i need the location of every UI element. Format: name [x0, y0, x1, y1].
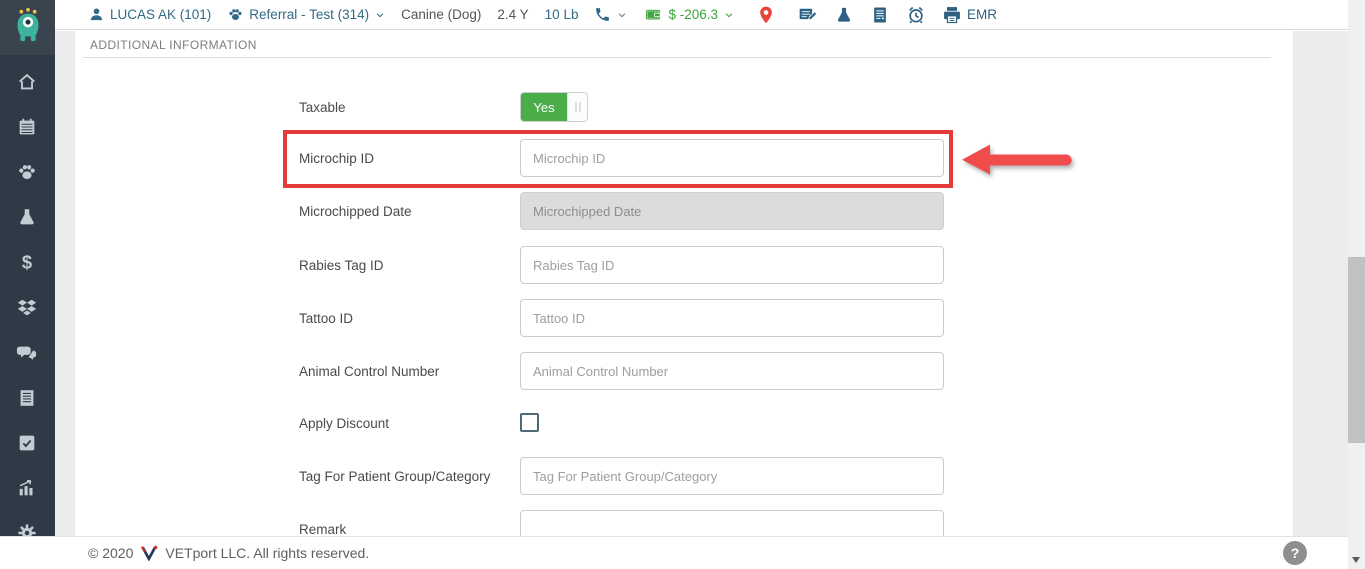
animal-control-label: Animal Control Number: [299, 363, 440, 379]
animal-control-input[interactable]: [520, 352, 944, 390]
page-background: ADDITIONAL INFORMATION Taxable Yes Micro…: [55, 31, 1348, 536]
taxable-label: Taxable: [299, 99, 346, 115]
flask-icon[interactable]: [16, 206, 38, 228]
report-icon[interactable]: [16, 387, 38, 409]
chevron-down-icon: [375, 10, 385, 20]
monster-mascot-icon: [9, 6, 47, 49]
apply-discount-label: Apply Discount: [299, 415, 390, 431]
sidebar-nav: $: [0, 0, 55, 536]
patient-tag-input[interactable]: [520, 457, 944, 495]
copyright-label: © 2020: [88, 545, 134, 561]
home-icon[interactable]: [16, 71, 38, 93]
microchipped-date-input: [520, 192, 944, 230]
dollar-icon[interactable]: $: [16, 251, 38, 273]
planboard-pencil-icon[interactable]: [798, 5, 818, 25]
microchip-id-label: Microchip ID: [299, 150, 375, 166]
emr-label: EMR: [967, 7, 998, 22]
client-name-label: Referral - Test (314): [249, 7, 370, 22]
calendar-icon[interactable]: [16, 116, 38, 138]
document-info-icon[interactable]: [870, 5, 890, 25]
age-label: 2.4 Y: [497, 7, 529, 22]
patient-form-card: ADDITIONAL INFORMATION Taxable Yes Micro…: [75, 31, 1293, 536]
help-question-icon: ?: [1290, 545, 1300, 561]
chevron-down-icon: [617, 10, 627, 20]
microchipped-date-row: Microchipped Date: [75, 192, 1293, 230]
taxable-toggle[interactable]: Yes: [520, 92, 588, 122]
wallet-icon: [643, 6, 663, 23]
phone-icon: [594, 6, 611, 23]
client-paw-icon: [227, 6, 244, 23]
balance-dropdown[interactable]: $ -206.3: [643, 6, 734, 23]
patient-person-icon: [88, 6, 105, 23]
footer: © 2020 VETport LLC. All rights reserved.: [0, 536, 1348, 569]
rabies-tag-input[interactable]: [520, 246, 944, 284]
emr-button[interactable]: EMR: [942, 5, 997, 25]
gear-icon[interactable]: [16, 522, 38, 536]
tattoo-id-row: Tattoo ID: [75, 299, 1293, 337]
tattoo-id-input[interactable]: [520, 299, 944, 337]
location-pin-icon[interactable]: [756, 5, 776, 25]
alarm-clock-icon[interactable]: [906, 5, 926, 25]
chat-icon[interactable]: [16, 342, 38, 364]
weight-label[interactable]: 10 Lb: [545, 7, 579, 22]
client-selector[interactable]: Referral - Test (314): [227, 6, 385, 23]
task-check-icon[interactable]: [16, 432, 38, 454]
apply-discount-checkbox[interactable]: [520, 413, 539, 432]
dropbox-icon[interactable]: [16, 297, 38, 319]
analytics-chart-icon[interactable]: [16, 477, 38, 499]
rabies-tag-row: Rabies Tag ID: [75, 246, 1293, 284]
patient-name-label: LUCAS AK (101): [110, 7, 212, 22]
help-button[interactable]: ?: [1283, 541, 1307, 565]
animal-control-row: Animal Control Number: [75, 352, 1293, 390]
remark-input[interactable]: [520, 510, 944, 536]
microchipped-date-label: Microchipped Date: [299, 203, 412, 219]
patient-header-bar: LUCAS AK (101) Referral - Test (314) Can…: [55, 0, 1348, 30]
microchip-id-input[interactable]: [520, 139, 944, 177]
remark-label: Remark: [299, 521, 347, 537]
section-title: ADDITIONAL INFORMATION: [90, 38, 257, 52]
tattoo-id-label: Tattoo ID: [299, 310, 354, 326]
phone-dropdown[interactable]: [594, 6, 627, 23]
toggle-on-label: Yes: [521, 93, 567, 121]
patient-name-link[interactable]: LUCAS AK (101): [88, 6, 211, 23]
section-divider: [83, 57, 1271, 58]
microchip-id-row: Microchip ID: [75, 139, 1293, 177]
remark-row: Remark: [75, 510, 1293, 536]
vetport-logo-icon: [140, 545, 158, 561]
patient-tag-label: Tag For Patient Group/Category: [299, 468, 491, 484]
patient-tag-row: Tag For Patient Group/Category: [75, 457, 1293, 495]
apply-discount-row: Apply Discount: [75, 404, 1293, 442]
svg-text:$: $: [22, 251, 32, 272]
rights-label: VETport LLC. All rights reserved.: [165, 545, 370, 561]
app-logo[interactable]: [0, 0, 55, 55]
species-label: Canine (Dog): [401, 7, 482, 22]
balance-label: $ -206.3: [668, 7, 719, 22]
chevron-down-icon: [724, 10, 734, 20]
lab-flask-icon[interactable]: [834, 5, 854, 25]
taxable-row: Taxable Yes: [75, 92, 1293, 122]
printer-emr-icon: [942, 5, 962, 25]
toggle-handle[interactable]: [567, 93, 587, 121]
scrollbar-down-arrow-icon[interactable]: [1352, 557, 1360, 563]
paw-icon[interactable]: [16, 161, 38, 183]
rabies-tag-label: Rabies Tag ID: [299, 257, 384, 273]
vertical-scrollbar[interactable]: [1348, 0, 1365, 569]
scrollbar-thumb[interactable]: [1348, 257, 1365, 443]
